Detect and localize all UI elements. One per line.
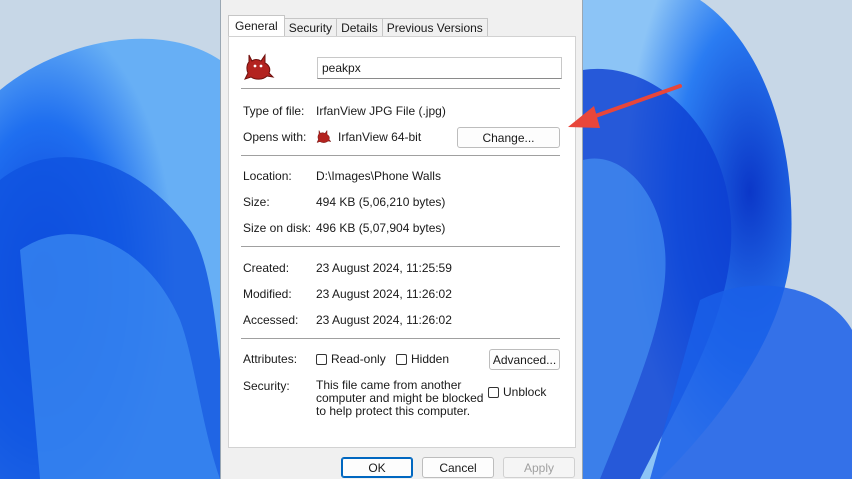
- irfanview-app-icon: [316, 129, 332, 143]
- unblock-label: Unblock: [503, 385, 547, 399]
- tab-details[interactable]: Details: [336, 18, 383, 36]
- location-value: D:\Images\Phone Walls: [316, 169, 441, 183]
- change-button[interactable]: Change...: [457, 127, 560, 148]
- size-on-disk-label: Size on disk:: [243, 221, 312, 235]
- modified-label: Modified:: [243, 287, 292, 301]
- read-only-checkbox[interactable]: Read-only: [316, 352, 386, 366]
- unblock-checkbox[interactable]: Unblock: [488, 385, 546, 399]
- type-of-file-value: IrfanView JPG File (.jpg): [316, 104, 446, 118]
- location-label: Location:: [243, 169, 292, 183]
- hidden-label: Hidden: [411, 352, 450, 366]
- size-on-disk-value: 496 KB (5,07,904 bytes): [316, 221, 446, 235]
- security-description: This file came from another computer and…: [316, 378, 484, 418]
- accessed-value: 23 August 2024, 11:26:02: [316, 313, 452, 327]
- cancel-button[interactable]: Cancel: [422, 457, 494, 478]
- hidden-checkbox-box[interactable]: [396, 353, 407, 365]
- apply-button[interactable]: Apply: [503, 457, 575, 478]
- opens-with-label: Opens with:: [243, 130, 307, 144]
- security-label: Security:: [243, 379, 290, 393]
- irfanview-cat-icon: [244, 53, 275, 80]
- general-tab-panel: Type of file: IrfanView JPG File (.jpg) …: [228, 36, 576, 448]
- properties-dialog: General Security Details Previous Versio…: [220, 0, 583, 479]
- advanced-button[interactable]: Advanced...: [489, 349, 560, 370]
- size-value: 494 KB (5,06,210 bytes): [316, 195, 446, 209]
- accessed-label: Accessed:: [243, 313, 299, 327]
- type-of-file-label: Type of file:: [243, 104, 305, 118]
- modified-value: 23 August 2024, 11:26:02: [316, 287, 452, 301]
- separator: [241, 246, 560, 247]
- hidden-checkbox[interactable]: Hidden: [396, 352, 449, 366]
- separator: [241, 88, 560, 89]
- read-only-label: Read-only: [331, 352, 386, 366]
- separator: [241, 155, 560, 156]
- created-label: Created:: [243, 261, 290, 275]
- tab-security[interactable]: Security: [283, 18, 338, 36]
- ok-button[interactable]: OK: [341, 457, 413, 478]
- tab-general[interactable]: General: [228, 15, 285, 36]
- unblock-checkbox-box[interactable]: [488, 386, 499, 398]
- file-name-input[interactable]: [317, 57, 562, 79]
- attributes-label: Attributes:: [243, 352, 298, 366]
- separator: [241, 338, 560, 339]
- read-only-checkbox-box[interactable]: [316, 353, 327, 365]
- size-label: Size:: [243, 195, 270, 209]
- tab-bar: General Security Details Previous Versio…: [228, 15, 488, 36]
- opens-with-value: IrfanView 64-bit: [338, 130, 422, 144]
- created-value: 23 August 2024, 11:25:59: [316, 261, 452, 275]
- red-arrow-icon: [568, 84, 682, 128]
- tab-previous-versions[interactable]: Previous Versions: [381, 18, 488, 36]
